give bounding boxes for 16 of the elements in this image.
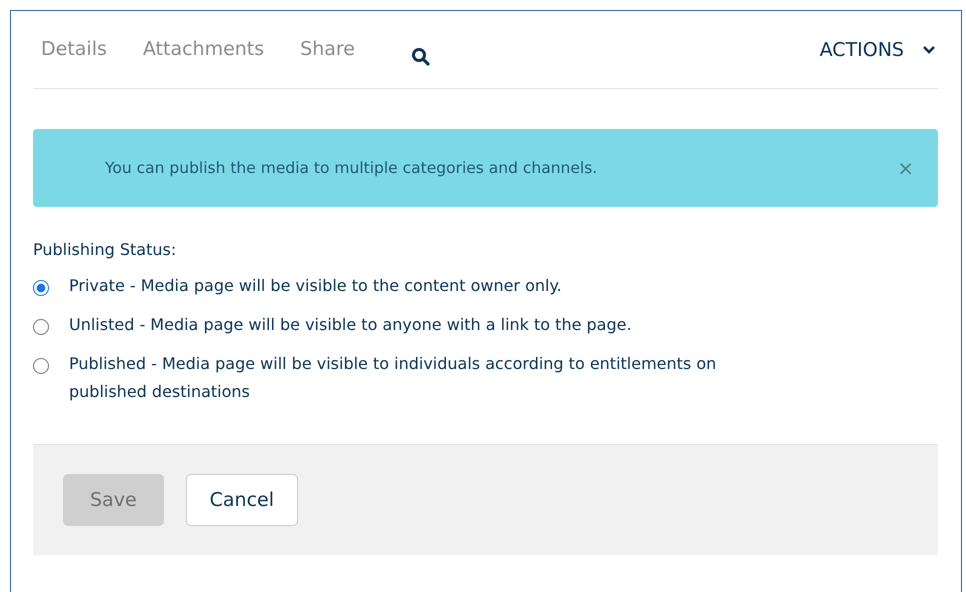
tab[interactable]: Details [41, 38, 107, 60]
option-label: Private - Media page will be visible to the content owner only. [69, 275, 562, 297]
search-icon[interactable] [411, 46, 432, 66]
option-label: Unlisted - Media page will be visible to anyone with a link to the page. [69, 314, 632, 336]
tab[interactable]: Attachments [142, 38, 264, 60]
alert-message: You can publish the media to multiple categories and channels. [105, 159, 598, 177]
caret-icon [922, 44, 936, 54]
close-button[interactable]: × [897, 156, 914, 180]
actions-menu-button[interactable]: ACTIONS [820, 38, 938, 60]
radio-button[interactable] [33, 280, 49, 296]
radio-button[interactable] [33, 358, 49, 374]
radio-button[interactable] [33, 319, 49, 335]
cancel-button[interactable]: Cancel [186, 474, 298, 526]
option-label: Published - Media page will be visible to individuals according to entitlements on published destinations [69, 353, 718, 403]
publishing-status-label: Publishing Status: [33, 240, 178, 259]
tab[interactable]: Share [300, 38, 356, 60]
